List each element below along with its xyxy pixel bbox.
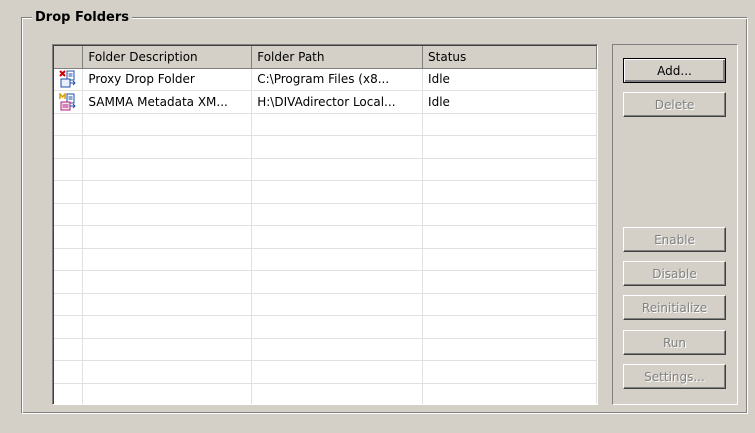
add-button[interactable]: Add... xyxy=(623,58,726,83)
row-status: Idle xyxy=(422,68,597,91)
empty-row xyxy=(54,338,597,361)
empty-row xyxy=(54,225,597,249)
run-button[interactable]: Run xyxy=(623,330,726,355)
delete-button[interactable]: Delete xyxy=(623,92,726,117)
empty-row xyxy=(54,113,597,136)
row-icon-cell xyxy=(54,90,84,114)
reinitialize-button[interactable]: Reinitialize xyxy=(623,295,726,320)
row-path: C:\Program Files (x8... xyxy=(251,68,424,91)
metadata-drop-folder-icon xyxy=(59,92,76,111)
column-header-status[interactable]: Status xyxy=(422,46,597,69)
empty-row xyxy=(54,360,597,384)
empty-row xyxy=(54,383,597,404)
drop-folders-table[interactable]: Folder Description Folder Path Status Pr… xyxy=(52,44,598,405)
enable-button[interactable]: Enable xyxy=(623,227,726,252)
column-header-folder-path[interactable]: Folder Path xyxy=(251,46,424,69)
row-icon-cell xyxy=(54,68,84,91)
column-header-folder-description[interactable]: Folder Description xyxy=(82,46,253,69)
column-header-icon[interactable] xyxy=(54,46,84,69)
drop-folders-grid: Folder Description Folder Path Status Pr… xyxy=(54,46,597,404)
empty-row xyxy=(54,248,597,271)
table-row[interactable]: Proxy Drop Folder C:\Program Files (x8..… xyxy=(54,68,597,91)
header-row: Folder Description Folder Path Status xyxy=(54,46,597,69)
empty-row xyxy=(54,293,597,316)
empty-row xyxy=(54,270,597,294)
row-path: H:\DIVAdirector Local... xyxy=(251,90,424,114)
empty-row xyxy=(54,135,597,159)
group-title: Drop Folders xyxy=(32,10,132,25)
settings-button[interactable]: Settings... xyxy=(623,364,726,389)
proxy-drop-folder-icon xyxy=(59,70,76,88)
row-status: Idle xyxy=(422,90,597,114)
empty-row xyxy=(54,180,597,204)
row-description: SAMMA Metadata XM... xyxy=(82,90,253,114)
table-row[interactable]: SAMMA Metadata XM... H:\DIVAdirector Loc… xyxy=(54,90,597,114)
row-description: Proxy Drop Folder xyxy=(82,68,253,91)
empty-row xyxy=(54,158,597,181)
empty-row xyxy=(54,203,597,226)
empty-row xyxy=(54,315,597,339)
disable-button[interactable]: Disable xyxy=(623,261,726,286)
